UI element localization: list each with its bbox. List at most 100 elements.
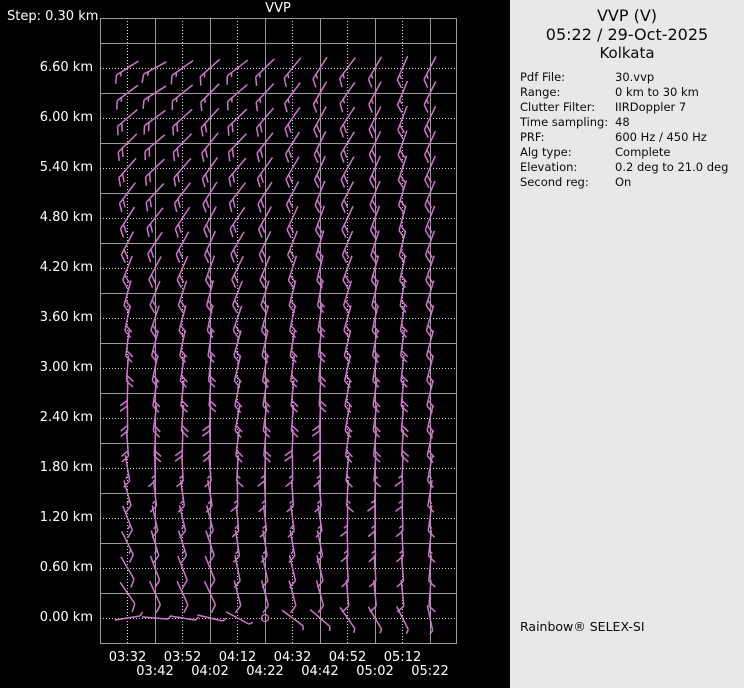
wind-barb xyxy=(172,207,195,237)
wind-barb xyxy=(152,380,164,412)
wind-barb xyxy=(170,612,199,620)
y-axis-label: 2.40 km xyxy=(3,410,93,426)
y-axis-label: 5.40 km xyxy=(3,160,93,176)
wind-barb xyxy=(119,231,140,262)
wind-barb xyxy=(174,232,195,263)
wind-barb xyxy=(310,57,333,87)
plot-title: VVP xyxy=(238,1,318,16)
wind-barb xyxy=(180,355,192,387)
wind-barb xyxy=(311,107,332,138)
wind-barb xyxy=(317,280,330,312)
wind-barb xyxy=(200,182,223,212)
wind-barb xyxy=(148,281,166,313)
y-axis-label: 3.60 km xyxy=(3,310,93,326)
wind-barb xyxy=(289,330,301,362)
detail-value: 48 xyxy=(615,115,630,130)
wind-barb xyxy=(422,131,441,163)
wind-barb xyxy=(199,556,217,588)
wind-barb xyxy=(225,158,251,186)
wind-barb xyxy=(313,181,331,213)
detail-label: Elevation: xyxy=(520,160,615,175)
wind-barb xyxy=(170,134,197,161)
wind-barb xyxy=(284,181,305,212)
wind-barb xyxy=(199,531,216,563)
wind-barb xyxy=(180,380,191,412)
wind-barb xyxy=(282,580,297,612)
wind-barb xyxy=(198,133,223,162)
detail-value: 0 km to 30 km xyxy=(615,85,699,100)
x-axis-label: 04:42 xyxy=(290,665,350,679)
wind-barb xyxy=(424,231,441,263)
wind-barb xyxy=(227,207,250,237)
wind-barb xyxy=(171,581,190,613)
wind-barb xyxy=(365,607,383,634)
wind-barb xyxy=(208,355,218,387)
wind-barb xyxy=(400,305,412,337)
detail-label: Range: xyxy=(520,85,615,100)
wind-barb xyxy=(340,206,360,237)
wind-barb xyxy=(396,131,413,163)
wind-barb xyxy=(175,256,194,288)
detail-row: Second reg:On xyxy=(520,175,744,190)
wind-barb xyxy=(255,182,278,212)
wind-barb xyxy=(116,183,141,212)
wind-barb xyxy=(395,455,403,487)
wind-barb xyxy=(258,256,276,288)
wind-barb xyxy=(120,430,129,462)
wind-barb xyxy=(234,405,246,437)
wind-barb xyxy=(423,206,441,238)
product-details: Pdf File:30.vvpRange:0 km to 30 kmClutte… xyxy=(520,70,744,190)
y-axis-label: 3.00 km xyxy=(3,360,93,376)
wind-barb xyxy=(263,405,274,437)
wind-barb xyxy=(422,106,442,137)
wind-barb xyxy=(125,330,136,362)
y-axis-label: 6.60 km xyxy=(3,60,93,76)
detail-label: Pdf File: xyxy=(520,70,615,85)
wind-barb xyxy=(308,610,332,631)
wind-barb xyxy=(344,380,357,412)
detail-value: Complete xyxy=(615,145,670,160)
detail-value: 0.2 deg to 21.0 deg xyxy=(615,160,728,175)
wind-barb xyxy=(372,355,384,387)
y-axis-label: 6.00 km xyxy=(3,110,93,126)
wind-barb xyxy=(283,132,306,162)
wind-barb xyxy=(367,131,387,162)
site-name: Kolkata xyxy=(510,44,744,63)
wind-barb xyxy=(337,607,356,633)
wind-barb xyxy=(337,107,360,137)
wind-barb xyxy=(369,206,387,238)
wind-barb xyxy=(225,134,252,162)
wind-barb xyxy=(255,580,270,612)
wind-barb xyxy=(423,156,442,188)
wind-barb xyxy=(257,231,277,262)
detail-label: Alg type: xyxy=(520,145,615,160)
wind-barb xyxy=(400,330,411,362)
height-step-label: Step: 0.30 km xyxy=(7,9,98,24)
wind-barb xyxy=(371,305,385,337)
wind-barb xyxy=(256,207,278,238)
y-axis-label: 1.80 km xyxy=(3,460,93,476)
detail-value: IIRDoppler 7 xyxy=(615,100,686,115)
wind-barb xyxy=(428,505,439,537)
wind-barb xyxy=(285,480,294,512)
x-axis-label: 05:02 xyxy=(345,665,405,679)
wind-barb xyxy=(395,81,413,113)
wind-barb xyxy=(394,606,410,633)
wind-barb xyxy=(286,231,304,263)
x-axis-label: 03:32 xyxy=(98,651,158,665)
wind-barb xyxy=(151,355,164,387)
detail-row: Clutter Filter:IIRDoppler 7 xyxy=(520,100,744,115)
wind-barb xyxy=(261,330,275,362)
wind-barb xyxy=(426,430,439,462)
wind-barb xyxy=(226,183,251,212)
wind-barb xyxy=(341,256,358,288)
wind-barb xyxy=(372,380,384,412)
wind-barb xyxy=(179,330,192,362)
wind-barb xyxy=(262,355,275,387)
wind-barb xyxy=(139,62,170,83)
wind-barb xyxy=(338,157,360,188)
wind-barb xyxy=(368,156,387,188)
y-axis-label: 0.60 km xyxy=(3,560,93,576)
wind-barb xyxy=(427,455,440,487)
vvp-plot-panel: VVP Step: 0.30 km 6.60 km6.00 km5.40 km4… xyxy=(0,0,510,688)
